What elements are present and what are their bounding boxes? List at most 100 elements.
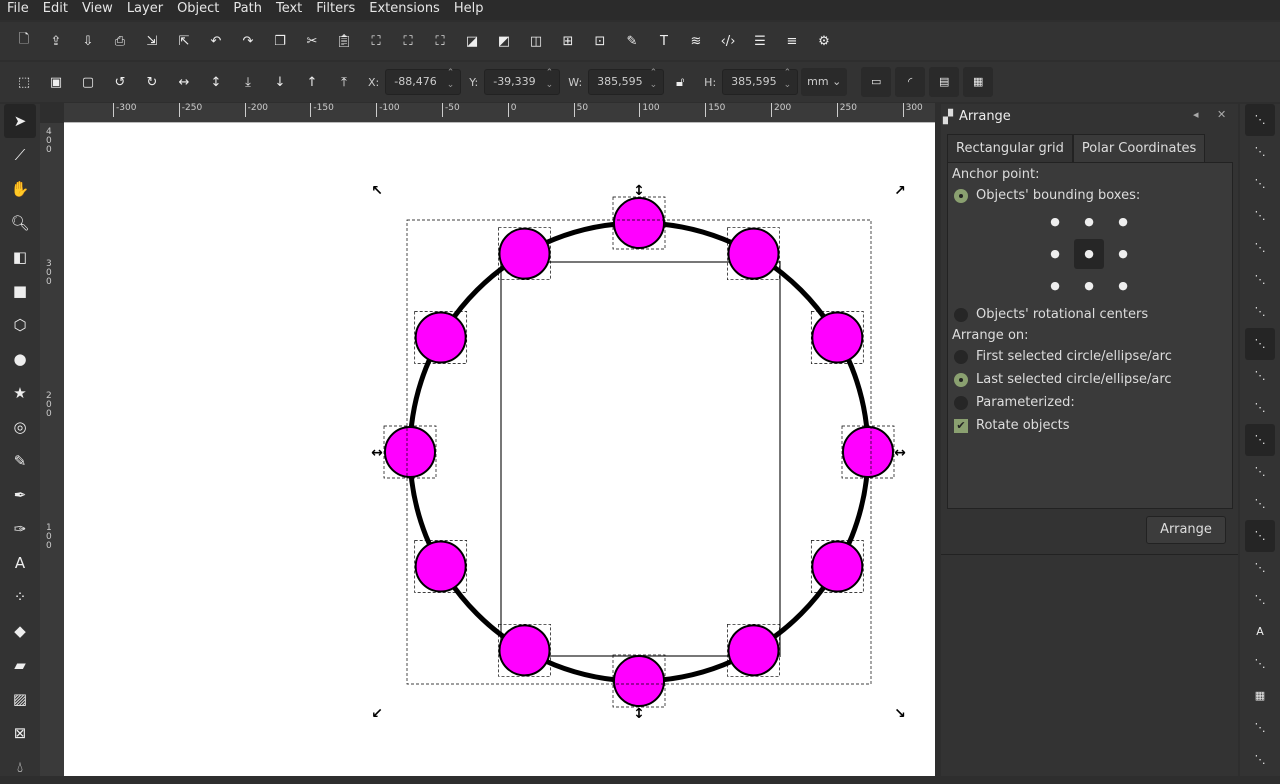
snap-option-icon[interactable]: ⋱ — [1245, 328, 1275, 360]
xml-editor-icon[interactable]: ‹/› — [712, 34, 744, 49]
rectangle[interactable] — [500, 261, 781, 657]
snap-option-icon[interactable]: ⋱ — [1240, 264, 1280, 296]
panel-collapse-icon[interactable]: ◂ — [1193, 108, 1199, 121]
layers-icon[interactable]: ≋ — [680, 34, 712, 49]
zoom-drawing-icon[interactable]: ⛶ — [392, 34, 424, 49]
select-all-layers-icon[interactable]: ▣ — [40, 75, 72, 90]
vertical-ruler[interactable]: 400 300 200 100 — [40, 123, 64, 776]
tool-node-icon[interactable]: ⟋ — [0, 138, 40, 172]
scale-handle-icon[interactable]: ↔ — [894, 445, 906, 461]
raise-icon[interactable]: ↑ — [296, 75, 328, 90]
zoom-selection-icon[interactable]: ⛶ — [360, 34, 392, 49]
menu-layer[interactable]: Layer — [120, 0, 170, 20]
scale-handle-icon[interactable]: ↗ — [894, 183, 906, 199]
tool-ellipse-icon[interactable]: ● — [0, 342, 40, 376]
menu-filters[interactable]: Filters — [309, 0, 362, 20]
magenta-circle[interactable] — [384, 426, 436, 478]
horizontal-ruler[interactable]: -300 -250 -200 -150 -100 -50 0 50 100 150 200 250 30… — [64, 103, 935, 123]
magenta-circle[interactable] — [498, 227, 551, 280]
arrange-button[interactable]: Arrange — [1146, 516, 1226, 544]
tool-selector-icon[interactable]: ➤ — [4, 104, 36, 138]
snap-option-icon[interactable]: ⋱ — [1240, 712, 1280, 744]
open-icon[interactable]: ⇪ — [40, 34, 72, 49]
zoom-page-icon[interactable]: ⛶ — [424, 34, 456, 49]
snap-option-icon[interactable]: ⋱ — [1240, 744, 1280, 776]
panel-close-icon[interactable]: ✕ — [1217, 108, 1226, 121]
preferences-icon[interactable]: ⚙ — [808, 34, 840, 49]
magenta-circle[interactable] — [613, 197, 665, 249]
cut-icon[interactable]: ✂ — [296, 34, 328, 49]
unlink-icon[interactable]: ◫ — [520, 34, 552, 49]
magenta-circle[interactable] — [842, 426, 894, 478]
tool-pencil-icon[interactable]: ✎ — [0, 444, 40, 478]
undo-icon[interactable]: ↶ — [200, 34, 232, 49]
tool-pen-icon[interactable]: ✒ — [0, 478, 40, 512]
unit-select[interactable]: mm ⌄ — [801, 68, 848, 96]
snap-option-icon[interactable]: ⋱ — [1240, 232, 1280, 264]
tool-tweak-icon[interactable]: ✋ — [0, 172, 40, 206]
snap-option-icon[interactable]: ⋱ — [1240, 296, 1280, 328]
snap-option-icon[interactable]: ⋱ — [1240, 360, 1280, 392]
anchor-point-button[interactable]: ● — [1074, 207, 1104, 237]
anchor-point-button[interactable]: ● — [1074, 239, 1104, 269]
select-all-icon[interactable]: ⬚ — [8, 75, 40, 90]
text-font-icon[interactable]: T — [648, 34, 680, 49]
tool-paint-bucket-icon[interactable]: ▰ — [0, 648, 40, 682]
radio-first-selected[interactable]: First selected circle/ellipse/arc — [954, 349, 1172, 364]
y-field[interactable]: -39,339 — [484, 67, 561, 95]
snap-option-icon[interactable]: ▦ — [1240, 680, 1280, 712]
x-field[interactable]: -88,476 — [385, 67, 462, 95]
anchor-point-button[interactable]: ● — [1108, 207, 1138, 237]
snap-option-icon[interactable]: ⋱ — [1245, 520, 1275, 552]
snap-option-icon[interactable]: ⋱ — [1245, 424, 1275, 456]
magenta-circle[interactable] — [414, 540, 467, 593]
snap-option-icon[interactable]: ⋱ — [1240, 648, 1280, 680]
base-circle[interactable] — [407, 220, 871, 684]
print-icon[interactable]: ⎙ — [104, 34, 136, 49]
magenta-circle[interactable] — [811, 540, 864, 593]
anchor-point-button[interactable]: ● — [1074, 271, 1104, 301]
tool-3d-box-icon[interactable]: ⬡ — [0, 308, 40, 342]
tool-mesh-icon[interactable]: ⊠ — [0, 716, 40, 750]
tool-calligraphy-icon[interactable]: ✑ — [0, 512, 40, 546]
magenta-circle[interactable] — [727, 227, 780, 280]
group-icon[interactable]: ⊞ — [552, 34, 584, 49]
radio-rotational-centers[interactable]: Objects' rotational centers — [954, 307, 1148, 322]
scale-handle-icon[interactable]: ↖ — [371, 183, 383, 199]
flip-vertical-icon[interactable]: ↕ — [200, 75, 232, 90]
snap-option-icon[interactable]: ⋱ — [1240, 392, 1280, 424]
flip-horizontal-icon[interactable]: ↔ — [168, 75, 200, 90]
snap-option-icon[interactable]: ⋱ — [1240, 488, 1280, 520]
scale-handle-icon[interactable]: ↕ — [633, 706, 645, 722]
tool-measure-icon[interactable]: ◧ — [0, 240, 40, 274]
clone-icon[interactable]: ◩ — [488, 34, 520, 49]
menu-text[interactable]: Text — [269, 0, 309, 20]
ungroup-icon[interactable]: ⊡ — [584, 34, 616, 49]
snap-option-icon[interactable]: ⋱ — [1240, 200, 1280, 232]
tab-rectangular-grid[interactable]: Rectangular grid — [947, 134, 1073, 162]
rotate-cw-icon[interactable]: ↻ — [136, 75, 168, 90]
menu-file[interactable]: File — [0, 0, 36, 20]
anchor-point-button[interactable]: ● — [1040, 239, 1070, 269]
anchor-point-button[interactable]: ● — [1108, 271, 1138, 301]
tool-spray-icon[interactable]: ⁘ — [0, 580, 40, 614]
tab-polar-coordinates[interactable]: Polar Coordinates — [1072, 134, 1206, 162]
copy-icon[interactable]: ❐ — [264, 34, 296, 49]
scale-handle-icon[interactable]: ↘ — [894, 706, 906, 722]
h-field[interactable]: 385,595 — [722, 67, 799, 95]
import-icon[interactable]: ⇲ — [136, 34, 168, 49]
lower-bottom-icon[interactable]: ⤓ — [232, 75, 264, 90]
move-patterns-button[interactable]: ▦ — [963, 67, 994, 97]
magenta-circle[interactable] — [414, 311, 467, 364]
raise-top-icon[interactable]: ⤒ — [328, 75, 360, 90]
radio-last-selected[interactable]: Last selected circle/ellipse/arc — [954, 372, 1172, 387]
objects-icon[interactable]: ≡ — [776, 34, 808, 49]
rotate-ccw-icon[interactable]: ↺ — [104, 75, 136, 90]
scale-stroke-button[interactable]: ▭ — [861, 67, 892, 97]
snap-option-icon[interactable]: A — [1240, 616, 1280, 648]
radio-bounding-boxes[interactable]: Objects' bounding boxes: — [954, 188, 1140, 203]
scale-handle-icon[interactable]: ↔ — [371, 445, 383, 461]
magenta-circle[interactable] — [727, 624, 780, 677]
menu-view[interactable]: View — [75, 0, 120, 20]
menu-object[interactable]: Object — [170, 0, 226, 20]
